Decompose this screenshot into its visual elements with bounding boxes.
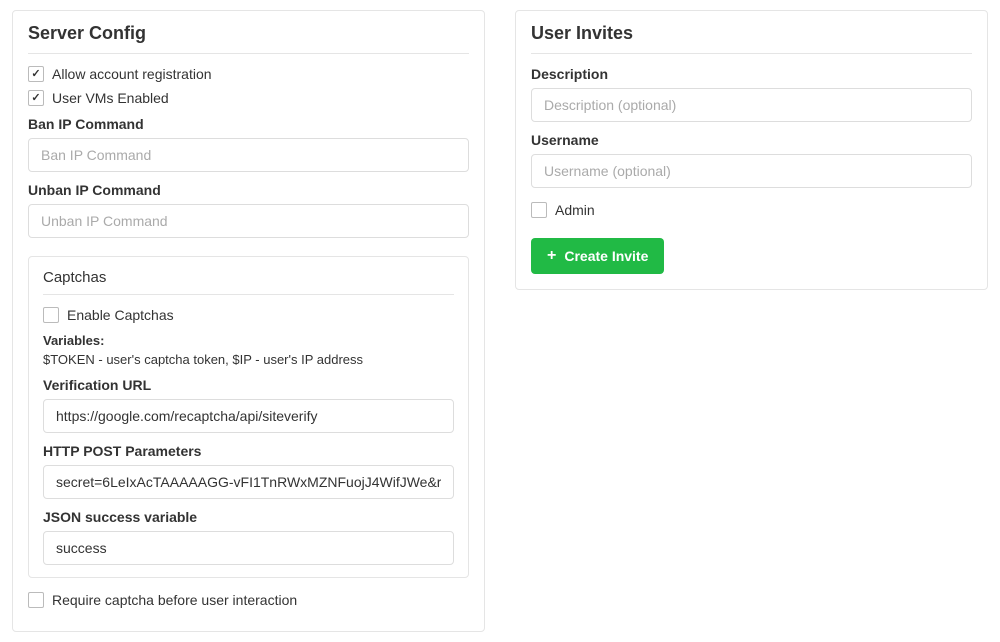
captchas-title: Captchas — [43, 269, 454, 295]
require-captcha-checkbox[interactable] — [28, 592, 44, 608]
enable-captchas-checkbox[interactable] — [43, 307, 59, 323]
create-invite-button[interactable]: + Create Invite — [531, 238, 664, 274]
verification-url-input[interactable] — [43, 399, 454, 433]
server-config-panel: Server Config Allow account registration… — [12, 10, 485, 632]
json-success-label: JSON success variable — [43, 509, 454, 525]
unban-ip-label: Unban IP Command — [28, 182, 469, 198]
user-invites-title: User Invites — [531, 23, 972, 54]
allow-registration-label: Allow account registration — [52, 66, 212, 82]
server-config-title: Server Config — [28, 23, 469, 54]
allow-registration-checkbox[interactable] — [28, 66, 44, 82]
create-invite-label: Create Invite — [564, 248, 648, 264]
ban-ip-label: Ban IP Command — [28, 116, 469, 132]
http-post-input[interactable] — [43, 465, 454, 499]
invite-username-label: Username — [531, 132, 972, 148]
user-invites-panel: User Invites Description Username Admin … — [515, 10, 988, 290]
invite-description-input[interactable] — [531, 88, 972, 122]
require-captcha-label: Require captcha before user interaction — [52, 592, 297, 608]
user-vms-checkbox[interactable] — [28, 90, 44, 106]
captcha-variables-label: Variables: — [43, 333, 454, 348]
invite-description-label: Description — [531, 66, 972, 82]
invite-admin-checkbox[interactable] — [531, 202, 547, 218]
verification-url-label: Verification URL — [43, 377, 454, 393]
invite-username-input[interactable] — [531, 154, 972, 188]
captchas-panel: Captchas Enable Captchas Variables: $TOK… — [28, 256, 469, 578]
enable-captchas-label: Enable Captchas — [67, 307, 174, 323]
captcha-variables-text: $TOKEN - user's captcha token, $IP - use… — [43, 352, 454, 367]
http-post-label: HTTP POST Parameters — [43, 443, 454, 459]
ban-ip-input[interactable] — [28, 138, 469, 172]
invite-admin-label: Admin — [555, 202, 595, 218]
unban-ip-input[interactable] — [28, 204, 469, 238]
plus-icon: + — [547, 248, 556, 264]
user-vms-label: User VMs Enabled — [52, 90, 169, 106]
json-success-input[interactable] — [43, 531, 454, 565]
